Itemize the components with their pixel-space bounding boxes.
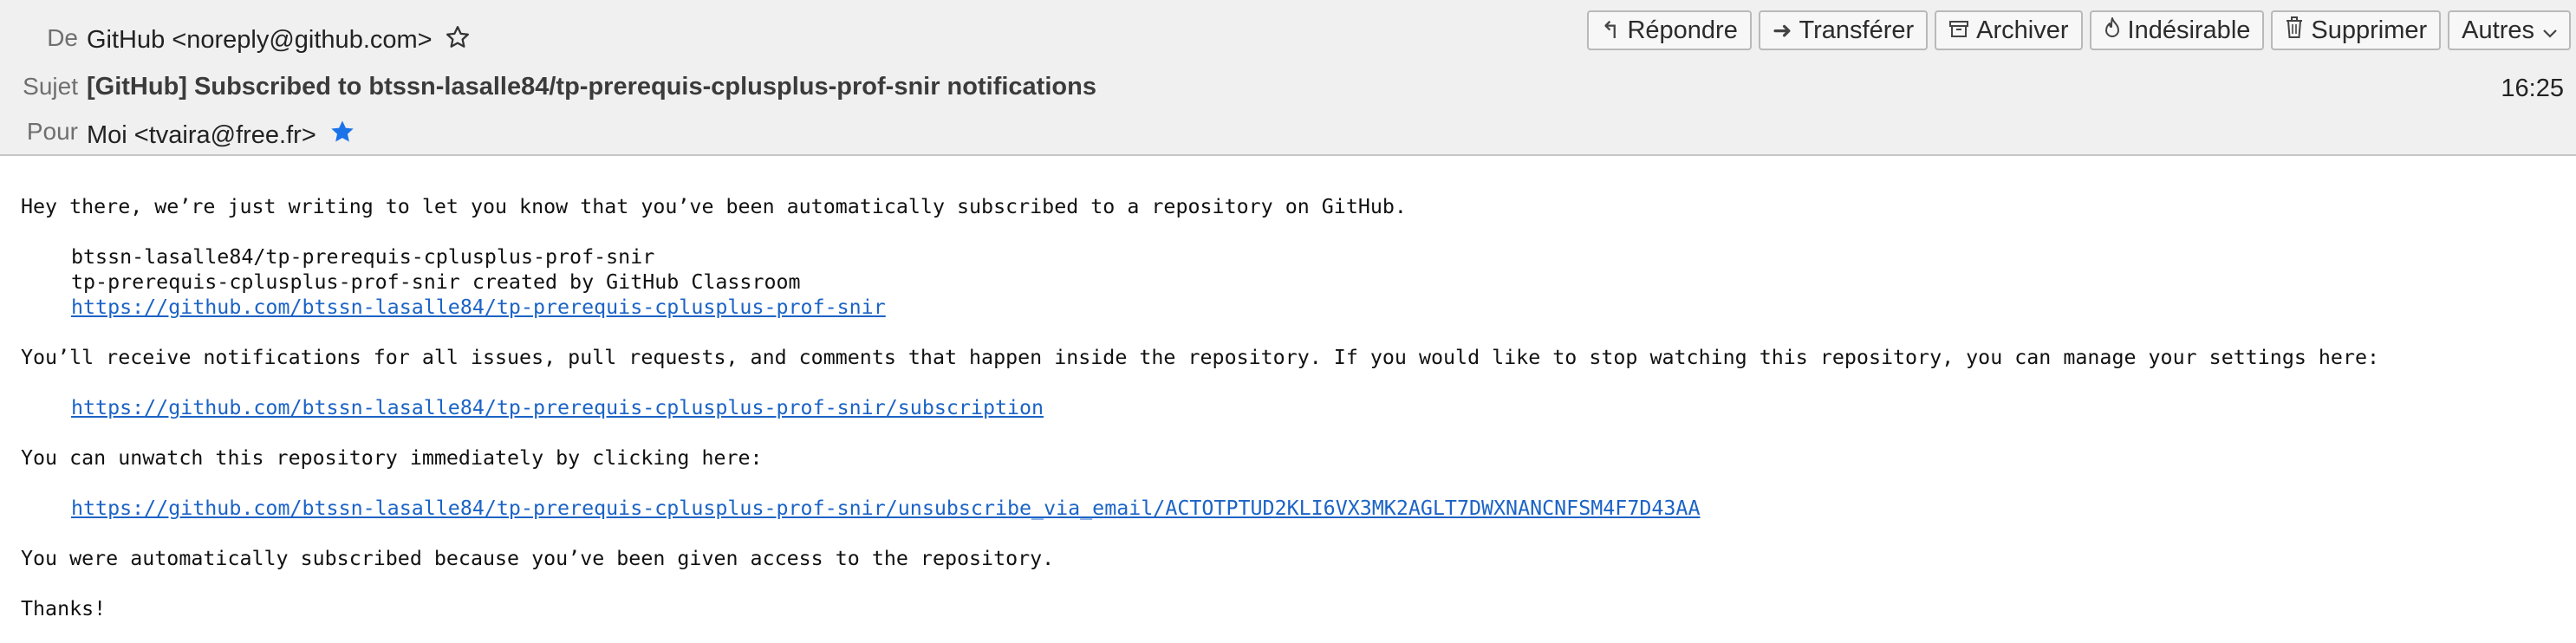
reply-arrow-icon: ↰ (1600, 16, 1621, 43)
message-body: Hey there, we’re just writing to let you… (0, 156, 2576, 643)
chevron-down-icon (2543, 16, 2557, 45)
subject-label: Sujet (23, 73, 78, 100)
delete-label: Supprimer (2311, 16, 2428, 44)
message-toolbar: ↰ Répondre ➜ Transférer Archiver Indésir… (1586, 10, 2571, 50)
from-field[interactable]: GitHub <noreply@github.com> (87, 24, 471, 57)
thanks-text: Thanks! (21, 597, 107, 620)
message-time: 16:25 (2501, 75, 2564, 102)
repo-link[interactable]: https://github.com/btssn-lasalle84/tp-pr… (71, 295, 886, 320)
repo-name: btssn-lasalle84/tp-prerequis-cplusplus-p… (71, 245, 655, 269)
reason-text: You were automatically subscribed becaus… (21, 547, 1055, 570)
reply-label: Répondre (1627, 16, 1738, 44)
to-field[interactable]: Moi <tvaira@free.fr> (87, 118, 356, 153)
more-label: Autres (2462, 16, 2534, 44)
notify-text: You’ll receive notifications for all iss… (21, 346, 2380, 369)
trash-icon (2285, 16, 2304, 45)
star-outline-icon[interactable] (445, 24, 471, 57)
forward-label: Transférer (1799, 16, 1915, 44)
more-button[interactable]: Autres (2448, 10, 2571, 50)
reply-button[interactable]: ↰ Répondre (1586, 10, 1752, 50)
subject-value: [GitHub] Subscribed to btssn-lasalle84/t… (87, 73, 1096, 101)
message-header: De GitHub <noreply@github.com> Sujet [Gi… (0, 0, 2576, 156)
flame-icon (2104, 16, 2121, 45)
subscription-link[interactable]: https://github.com/btssn-lasalle84/tp-pr… (71, 395, 1044, 420)
to-label: Pour (26, 118, 78, 145)
archive-label: Archiver (1976, 16, 2069, 44)
forward-arrow-icon: ➜ (1772, 16, 1792, 43)
archive-button[interactable]: Archiver (1935, 10, 2083, 50)
delete-button[interactable]: Supprimer (2271, 10, 2442, 50)
repo-description: tp-prerequis-cplusplus-prof-snir created… (71, 270, 801, 294)
archive-box-icon (1948, 17, 1969, 44)
from-value[interactable]: GitHub <noreply@github.com> (87, 26, 433, 54)
intro-text: Hey there, we’re just writing to let you… (21, 195, 1407, 218)
junk-button[interactable]: Indésirable (2089, 10, 2265, 50)
unsubscribe-link[interactable]: https://github.com/btssn-lasalle84/tp-pr… (71, 496, 1700, 521)
to-value[interactable]: Moi <tvaira@free.fr> (87, 121, 316, 149)
forward-button[interactable]: ➜ Transférer (1758, 10, 1929, 50)
junk-label: Indésirable (2127, 16, 2251, 44)
from-label: De (47, 24, 78, 51)
unwatch-text: You can unwatch this repository immediat… (21, 446, 763, 470)
star-filled-icon[interactable] (329, 118, 356, 153)
